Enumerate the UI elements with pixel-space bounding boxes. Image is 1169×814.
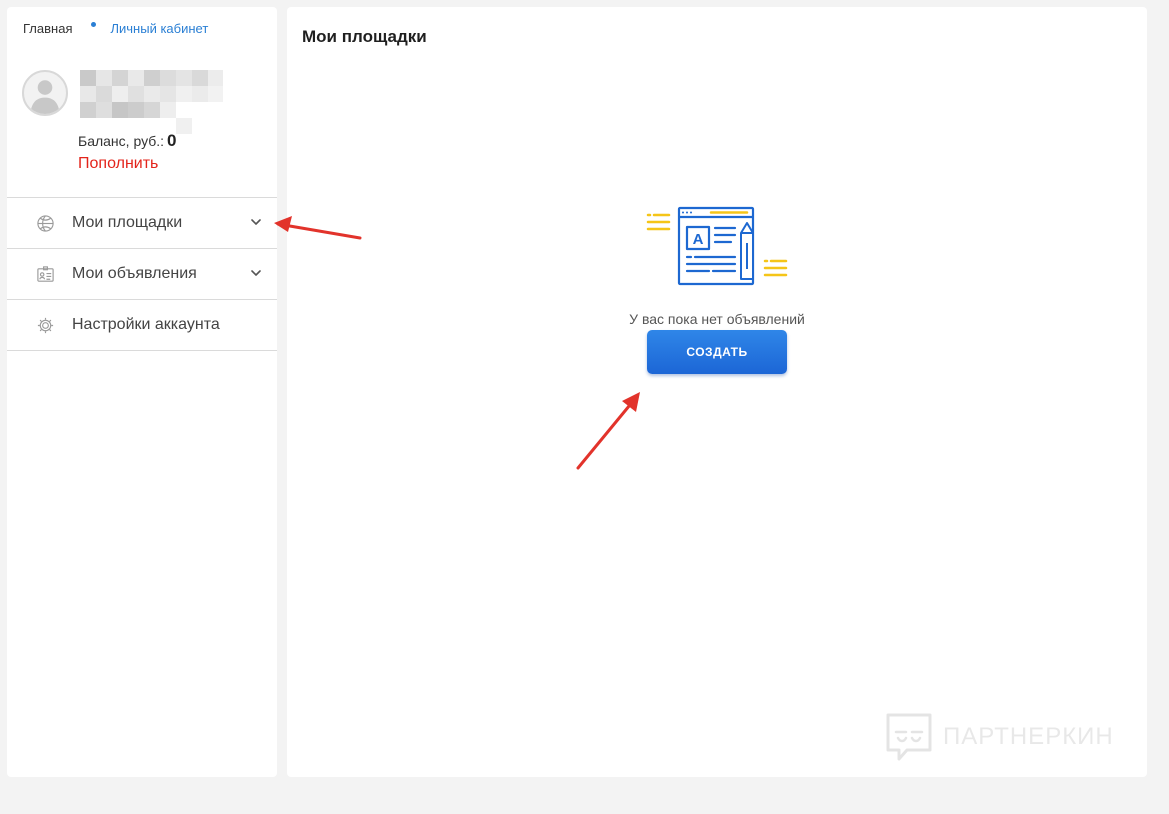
document-illustration-icon: A	[646, 206, 788, 286]
sidebar-item-account-settings[interactable]: Настройки аккаунта	[7, 300, 277, 351]
breadcrumb-current-link[interactable]: Личный кабинет	[110, 21, 208, 36]
sidebar-item-label: Настройки аккаунта	[72, 316, 220, 333]
partnerkin-logo-icon	[886, 713, 932, 761]
sidebar-menu: Мои площадки Мои объявления Настройки ак…	[7, 197, 277, 351]
id-card-icon	[35, 264, 55, 284]
chevron-down-icon	[251, 219, 261, 225]
settings-icon	[35, 315, 55, 335]
svg-text:A: A	[693, 231, 704, 248]
chevron-down-icon	[251, 270, 261, 276]
breadcrumb-home-link[interactable]: Главная	[23, 21, 72, 36]
sidebar-item-my-ads[interactable]: Мои объявления	[7, 249, 277, 300]
sidebar-item-my-platforms[interactable]: Мои площадки	[7, 198, 277, 249]
sidebar: Главная Личный кабинет Баланс, руб.: 0 П…	[7, 7, 277, 777]
watermark: ПАРТНЕРКИН	[885, 712, 1114, 762]
breadcrumb: Главная Личный кабинет	[23, 21, 208, 36]
sidebar-item-label: Мои площадки	[72, 214, 183, 231]
balance-label: Баланс, руб.:	[78, 133, 165, 149]
empty-state-text: У вас пока нет объявлений	[629, 311, 805, 327]
page-title: Мои площадки	[302, 27, 427, 46]
user-silhouette-icon	[30, 80, 60, 114]
create-button[interactable]: СОЗДАТЬ	[647, 330, 787, 374]
balance: Баланс, руб.: 0	[78, 131, 177, 151]
topup-link[interactable]: Пополнить	[78, 155, 158, 173]
watermark-text: ПАРТНЕРКИН	[943, 723, 1114, 750]
sidebar-item-label: Мои объявления	[72, 265, 197, 282]
breadcrumb-separator	[91, 22, 97, 27]
balance-value: 0	[167, 131, 177, 150]
main-panel: Мои площадки A У вас пока нет объявлений…	[287, 7, 1147, 777]
basketball-icon	[35, 213, 55, 233]
avatar[interactable]	[22, 70, 68, 116]
